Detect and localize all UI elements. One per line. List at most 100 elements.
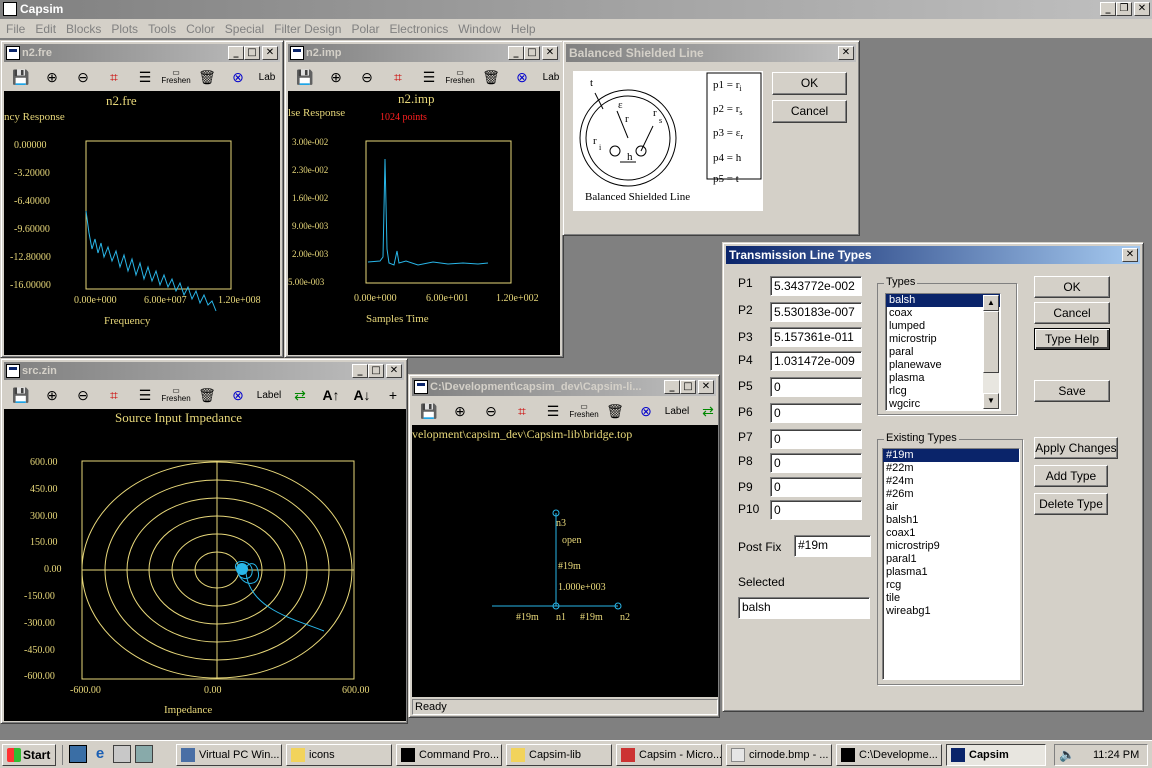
bridge-close-button[interactable]: ✕ (698, 380, 714, 394)
clock[interactable]: 11:24 PM (1093, 749, 1139, 761)
scroll-thumb[interactable] (983, 311, 999, 373)
ie-icon[interactable]: e (91, 745, 109, 763)
trash-icon[interactable]: 🗑 (192, 65, 222, 89)
save-icon[interactable]: 💾 (290, 65, 320, 89)
n2fre-minimize-button[interactable]: _ (228, 46, 244, 60)
export-icon[interactable]: ⇄ (285, 383, 315, 407)
tlt-close-button[interactable]: ✕ (1122, 248, 1138, 262)
zoom-out-icon[interactable]: ⊖ (476, 399, 506, 423)
save-icon[interactable]: 💾 (6, 383, 36, 407)
tlt-cancel-button[interactable]: Cancel (1034, 302, 1110, 324)
zoom-in-icon[interactable]: ⊕ (37, 65, 67, 89)
list-item[interactable]: rcg (883, 579, 1019, 592)
crop-icon[interactable]: ⌗ (99, 65, 129, 89)
param-field-p1[interactable]: 5.343772e-002 (770, 276, 862, 296)
n2imp-minimize-button[interactable]: _ (508, 46, 524, 60)
param-field-p10[interactable]: 0 (770, 500, 862, 520)
list-icon[interactable]: ☰ (414, 65, 444, 89)
tlt-ok-button[interactable]: OK (1034, 276, 1110, 298)
plot-options-icon[interactable]: ⊗ (223, 65, 253, 89)
list-icon[interactable]: ☰ (130, 65, 160, 89)
font-decrease-icon[interactable]: A↓ (347, 383, 377, 407)
list-icon[interactable]: ☰ (130, 383, 160, 407)
n2fre-close-button[interactable]: ✕ (262, 46, 278, 60)
menu-window[interactable]: Window (458, 22, 501, 36)
computer-icon[interactable] (135, 745, 153, 763)
param-field-p2[interactable]: 5.530183e-007 (770, 302, 862, 322)
volume-icon[interactable]: 🔈 (1059, 747, 1075, 763)
plot-options-icon[interactable]: ⊗ (507, 65, 537, 89)
list-item[interactable]: #22m (883, 462, 1019, 475)
param-field-p3[interactable]: 5.157361e-011 (770, 327, 862, 347)
list-item[interactable]: tile (883, 592, 1019, 605)
app-restore-button[interactable]: ❐ (1116, 2, 1132, 16)
types-list[interactable]: balsh coax lumped microstrip paral plane… (885, 293, 1001, 411)
label-button[interactable]: Label (662, 399, 692, 423)
label-button[interactable]: Label (254, 383, 284, 407)
task-capsim-lib[interactable]: Capsim-lib (506, 744, 612, 766)
zoom-in-icon[interactable]: ⊕ (445, 399, 475, 423)
zoom-out-icon[interactable]: ⊖ (68, 383, 98, 407)
freshen-button[interactable]: ▭ Freshen (569, 399, 599, 423)
menu-filter-design[interactable]: Filter Design (274, 22, 341, 36)
trash-icon[interactable]: 🗑 (192, 383, 222, 407)
list-item[interactable]: #19m (883, 449, 1019, 462)
param-field-p8[interactable]: 0 (770, 453, 862, 473)
task-cirnode[interactable]: cirnode.bmp - ... (726, 744, 832, 766)
list-item[interactable]: balsh1 (883, 514, 1019, 527)
list-item[interactable]: air (883, 501, 1019, 514)
menu-help[interactable]: Help (511, 22, 536, 36)
menu-plots[interactable]: Plots (111, 22, 138, 36)
srczin-maximize-button[interactable]: □ (368, 364, 384, 378)
bsl-close-button[interactable]: ✕ (838, 46, 854, 60)
menu-file[interactable]: File (6, 22, 25, 36)
menu-electronics[interactable]: Electronics (390, 22, 449, 36)
freshen-button[interactable]: ▭ Freshen (161, 383, 191, 407)
param-field-p5[interactable]: 0 (770, 377, 862, 397)
types-scrollbar[interactable]: ▲ ▼ (983, 295, 999, 409)
list-item[interactable]: coax1 (883, 527, 1019, 540)
bridge-canvas[interactable]: velopment\capsim_dev\Capsim-lib\bridge.t… (412, 425, 718, 697)
apply-changes-button[interactable]: Apply Changes (1034, 437, 1118, 459)
zoom-out-icon[interactable]: ⊖ (68, 65, 98, 89)
label-button[interactable]: Lab (254, 65, 280, 89)
selected-field[interactable]: balsh (738, 597, 870, 619)
crop-icon[interactable]: ⌗ (507, 399, 537, 423)
n2fre-maximize-button[interactable]: □ (244, 46, 260, 60)
task-capsim-micro[interactable]: Capsim - Micro... (616, 744, 722, 766)
menu-polar[interactable]: Polar (351, 22, 379, 36)
param-field-p9[interactable]: 0 (770, 477, 862, 497)
n2imp-plot[interactable]: n2.imp lse Response 1024 points 3.00e-00… (288, 91, 560, 355)
export-icon[interactable]: ⇄ (693, 399, 716, 423)
task-capsim[interactable]: Capsim (946, 744, 1046, 766)
freshen-button[interactable]: ▭ Freshen (161, 65, 191, 89)
plot-options-icon[interactable]: ⊗ (631, 399, 661, 423)
zoom-in-icon[interactable]: ⊕ (37, 383, 67, 407)
start-button[interactable]: Start (2, 744, 56, 766)
list-item[interactable]: plasma1 (883, 566, 1019, 579)
save-icon[interactable]: 💾 (6, 65, 36, 89)
trash-icon[interactable]: 🗑 (476, 65, 506, 89)
trash-icon[interactable]: 🗑 (600, 399, 630, 423)
list-icon[interactable]: ☰ (538, 399, 568, 423)
menu-special[interactable]: Special (225, 22, 264, 36)
n2imp-close-button[interactable]: ✕ (542, 46, 558, 60)
save-button[interactable]: Save (1034, 380, 1110, 402)
desktop-icon[interactable] (113, 745, 131, 763)
list-item[interactable]: microstrip9 (883, 540, 1019, 553)
bsl-ok-button[interactable]: OK (772, 72, 847, 95)
font-increase-icon[interactable]: A↑ (316, 383, 346, 407)
bridge-minimize-button[interactable]: _ (664, 380, 680, 394)
crop-icon[interactable]: ⌗ (99, 383, 129, 407)
n2imp-maximize-button[interactable]: □ (524, 46, 540, 60)
list-item[interactable]: wireabg1 (883, 605, 1019, 618)
srczin-close-button[interactable]: ✕ (386, 364, 402, 378)
add-type-button[interactable]: Add Type (1034, 465, 1108, 487)
n2fre-plot[interactable]: n2.fre ncy Response 0.00000 -3.20000 -6.… (4, 91, 280, 355)
bsl-cancel-button[interactable]: Cancel (772, 100, 847, 123)
list-item[interactable]: #24m (883, 475, 1019, 488)
menu-tools[interactable]: Tools (148, 22, 176, 36)
list-item[interactable]: paral1 (883, 553, 1019, 566)
menu-blocks[interactable]: Blocks (66, 22, 101, 36)
scroll-down-icon[interactable]: ▼ (983, 393, 999, 409)
